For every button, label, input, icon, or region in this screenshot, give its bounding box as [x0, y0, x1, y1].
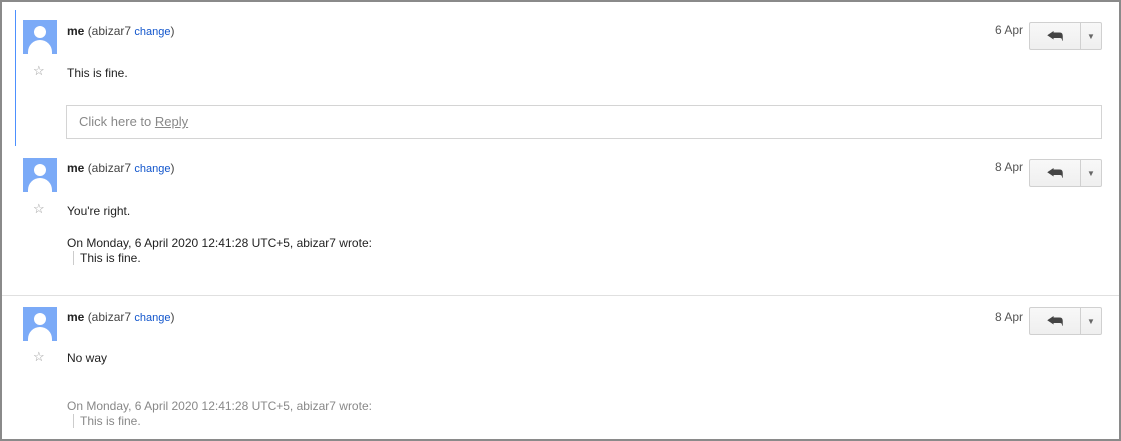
message-date[interactable]: 8 Apr — [995, 310, 1023, 324]
sender-account: (abizar7 — [87, 161, 132, 175]
star-icon[interactable]: ☆ — [33, 350, 45, 364]
sender-line: me (abizar7 change) — [67, 24, 174, 38]
message-actions: ⮪ ▼ — [1029, 159, 1102, 187]
sender-account: (abizar7 — [87, 24, 132, 38]
focus-indicator — [15, 10, 16, 146]
message-2[interactable]: ☆ me (abizar7 change) 8 Apr ⮪ ▼ You're r… — [2, 147, 1119, 295]
message-body: You're right. — [67, 204, 131, 218]
more-actions-button[interactable]: ▼ — [1081, 159, 1102, 187]
reply-all-button[interactable]: ⮪ — [1029, 22, 1081, 50]
sender-name: me — [67, 310, 85, 324]
avatar-body — [28, 40, 52, 54]
message-body: This is fine. — [67, 66, 128, 80]
avatar-head — [34, 164, 46, 176]
more-actions-button[interactable]: ▼ — [1081, 22, 1102, 50]
message-body: No way — [67, 351, 108, 365]
sender-avatar[interactable] — [23, 20, 57, 54]
message-date[interactable]: 6 Apr — [995, 23, 1023, 37]
change-link[interactable]: change — [134, 163, 170, 175]
message-thread: ☆ me (abizar7 change) 6 Apr ⮪ ▼ This is … — [0, 0, 1121, 441]
dropdown-arrow-icon: ▼ — [1087, 168, 1095, 178]
quoted-text: This is fine. — [73, 251, 141, 265]
quote-header: On Monday, 6 April 2020 12:41:28 UTC+5, … — [67, 399, 372, 413]
sender-line: me (abizar7 change) — [67, 310, 174, 324]
sender-avatar[interactable] — [23, 307, 57, 341]
sender-name: me — [67, 24, 85, 38]
avatar-head — [34, 313, 46, 325]
reply-link[interactable]: Reply — [155, 114, 188, 129]
message-3[interactable]: ☆ me (abizar7 change) 8 Apr ⮪ ▼ No way O… — [2, 295, 1119, 439]
reply-box[interactable]: Click here to Reply — [66, 105, 1102, 139]
sender-name: me — [67, 161, 85, 175]
avatar-head — [34, 26, 46, 38]
sender-account-close: ) — [170, 310, 175, 324]
quote-header: On Monday, 6 April 2020 12:41:28 UTC+5, … — [67, 236, 372, 250]
change-link[interactable]: change — [134, 312, 170, 324]
dropdown-arrow-icon: ▼ — [1087, 31, 1095, 41]
avatar-body — [28, 327, 52, 341]
star-icon[interactable]: ☆ — [33, 64, 45, 78]
reply-all-icon: ⮪ — [1046, 311, 1064, 331]
reply-all-icon: ⮪ — [1046, 26, 1064, 46]
reply-all-button[interactable]: ⮪ — [1029, 159, 1081, 187]
message-date[interactable]: 8 Apr — [995, 160, 1023, 174]
reply-all-icon: ⮪ — [1046, 163, 1064, 183]
star-icon[interactable]: ☆ — [33, 202, 45, 216]
sender-avatar[interactable] — [23, 158, 57, 192]
reply-all-button[interactable]: ⮪ — [1029, 307, 1081, 335]
sender-account-close: ) — [170, 161, 175, 175]
more-actions-button[interactable]: ▼ — [1081, 307, 1102, 335]
dropdown-arrow-icon: ▼ — [1087, 316, 1095, 326]
quoted-text: This is fine. — [73, 414, 141, 428]
message-actions: ⮪ ▼ — [1029, 307, 1102, 335]
sender-line: me (abizar7 change) — [67, 161, 174, 175]
message-1[interactable]: ☆ me (abizar7 change) 6 Apr ⮪ ▼ This is … — [2, 10, 1119, 146]
avatar-body — [28, 178, 52, 192]
sender-account-close: ) — [170, 24, 175, 38]
reply-placeholder: Click here to — [79, 114, 155, 129]
change-link[interactable]: change — [134, 26, 170, 38]
sender-account: (abizar7 — [87, 310, 132, 324]
message-actions: ⮪ ▼ — [1029, 22, 1102, 50]
